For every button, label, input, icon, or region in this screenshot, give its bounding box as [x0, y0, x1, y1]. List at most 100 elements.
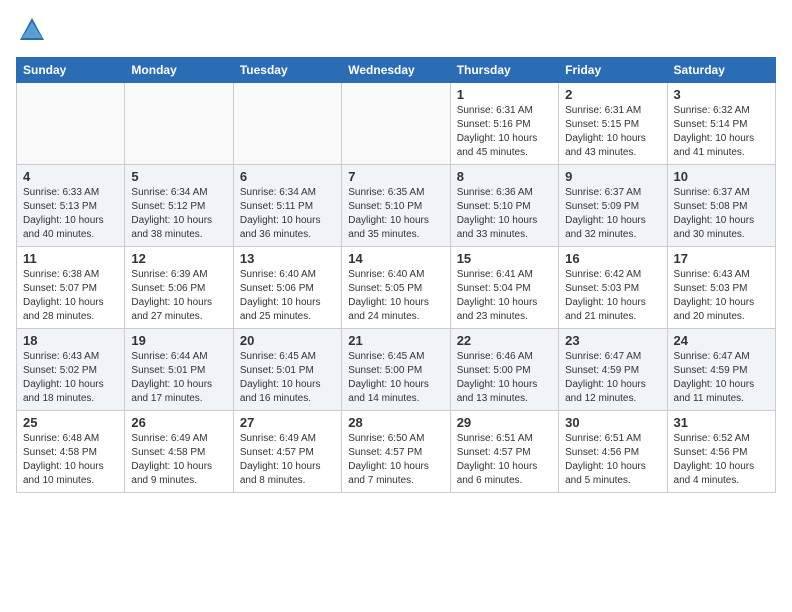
day-number: 13: [240, 251, 335, 266]
day-info: Sunrise: 6:34 AM Sunset: 5:12 PM Dayligh…: [131, 186, 226, 242]
day-info: Sunrise: 6:40 AM Sunset: 5:05 PM Dayligh…: [348, 268, 443, 324]
day-number: 1: [457, 87, 552, 102]
page-header: [16, 16, 776, 49]
day-number: 22: [457, 333, 552, 348]
logo: [16, 16, 46, 49]
calendar-cell: 5 Sunrise: 6:34 AM Sunset: 5:12 PM Daylig…: [125, 165, 233, 247]
day-info: Sunrise: 6:43 AM Sunset: 5:02 PM Dayligh…: [23, 350, 118, 406]
calendar-cell: 15 Sunrise: 6:41 AM Sunset: 5:04 PM Dayli…: [450, 247, 558, 329]
day-info: Sunrise: 6:43 AM Sunset: 5:03 PM Dayligh…: [674, 268, 769, 324]
calendar-cell: 24 Sunrise: 6:47 AM Sunset: 4:59 PM Dayli…: [667, 329, 775, 411]
calendar-cell: 18 Sunrise: 6:43 AM Sunset: 5:02 PM Dayli…: [17, 329, 125, 411]
day-number: 10: [674, 169, 769, 184]
calendar-cell: 14 Sunrise: 6:40 AM Sunset: 5:05 PM Dayli…: [342, 247, 450, 329]
day-number: 27: [240, 415, 335, 430]
calendar-cell: 6 Sunrise: 6:34 AM Sunset: 5:11 PM Daylig…: [233, 165, 341, 247]
day-info: Sunrise: 6:37 AM Sunset: 5:08 PM Dayligh…: [674, 186, 769, 242]
day-info: Sunrise: 6:42 AM Sunset: 5:03 PM Dayligh…: [565, 268, 660, 324]
day-number: 25: [23, 415, 118, 430]
day-info: Sunrise: 6:46 AM Sunset: 5:00 PM Dayligh…: [457, 350, 552, 406]
day-info: Sunrise: 6:52 AM Sunset: 4:56 PM Dayligh…: [674, 432, 769, 488]
day-info: Sunrise: 6:40 AM Sunset: 5:06 PM Dayligh…: [240, 268, 335, 324]
day-number: 8: [457, 169, 552, 184]
day-info: Sunrise: 6:49 AM Sunset: 4:57 PM Dayligh…: [240, 432, 335, 488]
week-row-4: 25 Sunrise: 6:48 AM Sunset: 4:58 PM Dayli…: [17, 411, 776, 493]
calendar-cell: 8Sunrise: 6:36 AM Sunset: 5:10 PM Daylig…: [450, 165, 558, 247]
day-info: Sunrise: 6:45 AM Sunset: 5:00 PM Dayligh…: [348, 350, 443, 406]
calendar-cell: 1 Sunrise: 6:31 AM Sunset: 5:16 PM Daylig…: [450, 83, 558, 165]
calendar-cell: 26 Sunrise: 6:49 AM Sunset: 4:58 PM Dayli…: [125, 411, 233, 493]
day-number: 14: [348, 251, 443, 266]
calendar-cell: 7Sunrise: 6:35 AM Sunset: 5:10 PM Daylig…: [342, 165, 450, 247]
week-row-3: 18 Sunrise: 6:43 AM Sunset: 5:02 PM Dayli…: [17, 329, 776, 411]
calendar-cell: 4 Sunrise: 6:33 AM Sunset: 5:13 PM Daylig…: [17, 165, 125, 247]
day-number: 6: [240, 169, 335, 184]
day-info: Sunrise: 6:34 AM Sunset: 5:11 PM Dayligh…: [240, 186, 335, 242]
calendar-cell: 13 Sunrise: 6:40 AM Sunset: 5:06 PM Dayli…: [233, 247, 341, 329]
day-number: 17: [674, 251, 769, 266]
week-row-0: 1 Sunrise: 6:31 AM Sunset: 5:16 PM Daylig…: [17, 83, 776, 165]
day-info: Sunrise: 6:31 AM Sunset: 5:15 PM Dayligh…: [565, 104, 660, 160]
day-info: Sunrise: 6:47 AM Sunset: 4:59 PM Dayligh…: [674, 350, 769, 406]
day-number: 20: [240, 333, 335, 348]
calendar-cell: 19 Sunrise: 6:44 AM Sunset: 5:01 PM Dayli…: [125, 329, 233, 411]
week-row-2: 11 Sunrise: 6:38 AM Sunset: 5:07 PM Dayli…: [17, 247, 776, 329]
day-info: Sunrise: 6:38 AM Sunset: 5:07 PM Dayligh…: [23, 268, 118, 324]
calendar-cell: 27 Sunrise: 6:49 AM Sunset: 4:57 PM Dayli…: [233, 411, 341, 493]
calendar-cell: 11 Sunrise: 6:38 AM Sunset: 5:07 PM Dayli…: [17, 247, 125, 329]
calendar-cell: 22 Sunrise: 6:46 AM Sunset: 5:00 PM Dayli…: [450, 329, 558, 411]
day-number: 5: [131, 169, 226, 184]
day-info: Sunrise: 6:49 AM Sunset: 4:58 PM Dayligh…: [131, 432, 226, 488]
day-number: 11: [23, 251, 118, 266]
header-friday: Friday: [559, 58, 667, 83]
day-number: 16: [565, 251, 660, 266]
day-info: Sunrise: 6:33 AM Sunset: 5:13 PM Dayligh…: [23, 186, 118, 242]
calendar-table: SundayMondayTuesdayWednesdayThursdayFrid…: [16, 57, 776, 493]
day-info: Sunrise: 6:48 AM Sunset: 4:58 PM Dayligh…: [23, 432, 118, 488]
calendar-cell: [342, 83, 450, 165]
calendar-cell: 23 Sunrise: 6:47 AM Sunset: 4:59 PM Dayli…: [559, 329, 667, 411]
header-tuesday: Tuesday: [233, 58, 341, 83]
day-number: 26: [131, 415, 226, 430]
day-number: 24: [674, 333, 769, 348]
calendar-cell: 16 Sunrise: 6:42 AM Sunset: 5:03 PM Dayli…: [559, 247, 667, 329]
day-number: 15: [457, 251, 552, 266]
day-number: 2: [565, 87, 660, 102]
calendar-cell: [233, 83, 341, 165]
header-saturday: Saturday: [667, 58, 775, 83]
day-info: Sunrise: 6:37 AM Sunset: 5:09 PM Dayligh…: [565, 186, 660, 242]
day-number: 7: [348, 169, 443, 184]
header-sunday: Sunday: [17, 58, 125, 83]
calendar-cell: 29 Sunrise: 6:51 AM Sunset: 4:57 PM Dayli…: [450, 411, 558, 493]
day-info: Sunrise: 6:51 AM Sunset: 4:57 PM Dayligh…: [457, 432, 552, 488]
day-number: 3: [674, 87, 769, 102]
day-info: Sunrise: 6:41 AM Sunset: 5:04 PM Dayligh…: [457, 268, 552, 324]
day-number: 19: [131, 333, 226, 348]
day-number: 28: [348, 415, 443, 430]
day-number: 18: [23, 333, 118, 348]
calendar-cell: 28Sunrise: 6:50 AM Sunset: 4:57 PM Dayli…: [342, 411, 450, 493]
day-number: 4: [23, 169, 118, 184]
header-monday: Monday: [125, 58, 233, 83]
day-info: Sunrise: 6:32 AM Sunset: 5:14 PM Dayligh…: [674, 104, 769, 160]
day-number: 31: [674, 415, 769, 430]
week-row-1: 4 Sunrise: 6:33 AM Sunset: 5:13 PM Daylig…: [17, 165, 776, 247]
day-info: Sunrise: 6:44 AM Sunset: 5:01 PM Dayligh…: [131, 350, 226, 406]
day-info: Sunrise: 6:31 AM Sunset: 5:16 PM Dayligh…: [457, 104, 552, 160]
day-number: 23: [565, 333, 660, 348]
day-info: Sunrise: 6:39 AM Sunset: 5:06 PM Dayligh…: [131, 268, 226, 324]
calendar-cell: 31 Sunrise: 6:52 AM Sunset: 4:56 PM Dayli…: [667, 411, 775, 493]
calendar-cell: 12 Sunrise: 6:39 AM Sunset: 5:06 PM Dayli…: [125, 247, 233, 329]
header-thursday: Thursday: [450, 58, 558, 83]
day-info: Sunrise: 6:47 AM Sunset: 4:59 PM Dayligh…: [565, 350, 660, 406]
calendar-cell: 20Sunrise: 6:45 AM Sunset: 5:01 PM Dayli…: [233, 329, 341, 411]
day-number: 12: [131, 251, 226, 266]
day-number: 21: [348, 333, 443, 348]
day-info: Sunrise: 6:51 AM Sunset: 4:56 PM Dayligh…: [565, 432, 660, 488]
calendar-cell: 2 Sunrise: 6:31 AM Sunset: 5:15 PM Daylig…: [559, 83, 667, 165]
header-row: SundayMondayTuesdayWednesdayThursdayFrid…: [17, 58, 776, 83]
logo-icon: [18, 16, 46, 49]
calendar-cell: [125, 83, 233, 165]
day-number: 29: [457, 415, 552, 430]
day-number: 30: [565, 415, 660, 430]
